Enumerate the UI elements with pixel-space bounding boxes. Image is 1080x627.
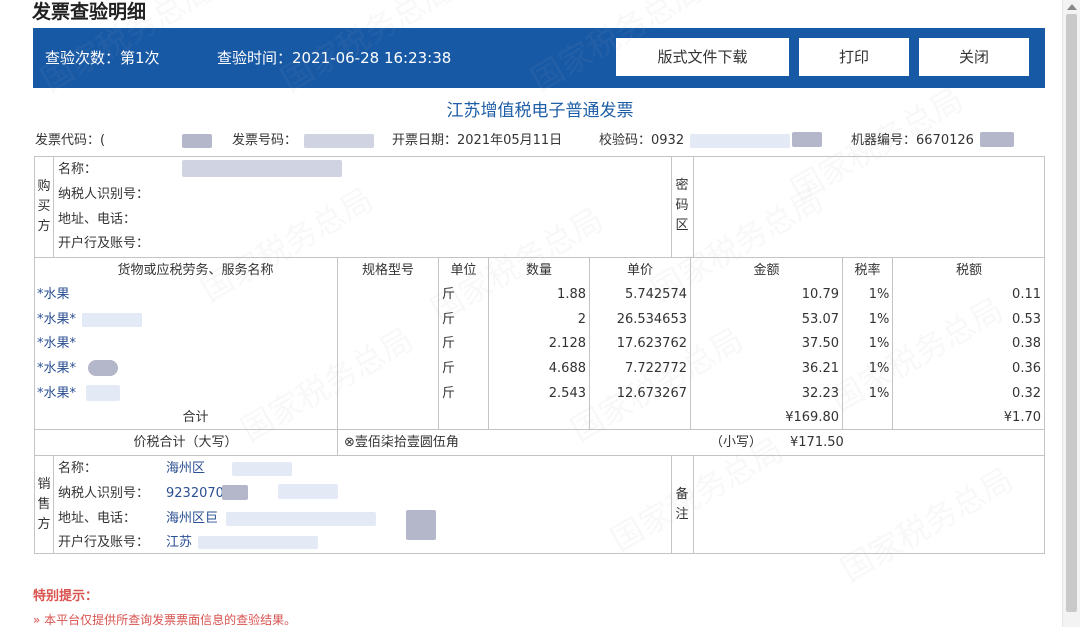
buyer-address-label: 地址、电话： (58, 212, 137, 227)
item-name: *水果* (37, 312, 77, 327)
item-name: *水果* (37, 361, 77, 376)
item-qty: 1.88 (557, 287, 586, 302)
seller-tax-id-value: 9232070 (166, 486, 224, 501)
seller-bank-value: 江苏 (166, 535, 193, 550)
total-upper-value: ⊗壹佰柒拾壹圆伍角 (344, 435, 459, 450)
seller-bank-label: 开户行及账号： (58, 535, 150, 550)
item-tax: 0.53 (1012, 312, 1041, 327)
col-header-qty: 数量 (525, 263, 552, 278)
total-lower-value: ¥171.50 (790, 435, 844, 450)
col-header-rate: 税率 (854, 263, 881, 278)
redacted-mask (406, 510, 436, 540)
item-unit: 斤 (442, 336, 456, 351)
seller-name-value: 海州区 (166, 461, 206, 476)
item-name: *水果* (37, 336, 77, 351)
redacted-mask (182, 160, 342, 177)
redacted-mask (182, 134, 212, 148)
invoice-date: 开票日期：2021年05月11日 (392, 133, 563, 148)
item-unit: 斤 (442, 361, 456, 376)
item-amount: 36.21 (801, 361, 839, 376)
buyer-bank-label: 开户行及账号： (58, 236, 150, 251)
item-name: *水果* (37, 386, 77, 401)
item-name: *水果 (37, 287, 70, 302)
print-button[interactable]: 打印 (799, 38, 909, 76)
invoice-number: 发票号码： (232, 133, 298, 148)
buyer-tax-id-label: 纳税人识别号： (58, 187, 150, 202)
redacted-mask (690, 134, 790, 148)
item-price: 26.534653 (616, 312, 687, 327)
password-area-label: 密 码 区 (675, 178, 689, 233)
redacted-mask (792, 132, 822, 147)
total-lower-label: （小写） (710, 435, 763, 450)
item-amount: 10.79 (801, 287, 839, 302)
item-qty: 4.688 (548, 361, 586, 376)
col-header-spec: 规格型号 (361, 263, 414, 278)
item-unit: 斤 (442, 386, 456, 401)
redacted-mask (88, 360, 118, 376)
invoice-title: 江苏增值税电子普通发票 (446, 101, 634, 121)
col-header-name: 货物或应税劳务、服务名称 (117, 263, 274, 278)
item-price: 7.722772 (624, 361, 687, 376)
download-layout-file-button[interactable]: 版式文件下载 (616, 38, 789, 76)
machine-number: 机器编号：6670126 (851, 133, 974, 148)
item-price: 12.673267 (616, 386, 687, 401)
item-tax: 0.36 (1012, 361, 1041, 376)
close-button[interactable]: 关闭 (919, 38, 1029, 76)
page-title: 发票查验明细 (32, 1, 147, 23)
col-header-tax: 税额 (955, 263, 982, 278)
check-code: 校验码：0932 (599, 133, 685, 148)
invoice-code: 发票代码：( (35, 133, 106, 148)
item-qty: 2.543 (548, 386, 586, 401)
special-notice-line: » 本平台仅提供所查询发票票面信息的查验结果。 (33, 613, 297, 627)
item-unit: 斤 (442, 287, 456, 302)
subtotal-amount: ¥169.80 (785, 410, 839, 425)
seller-name-label: 名称： (58, 461, 98, 476)
scroll-up-arrow-icon[interactable] (1067, 4, 1077, 10)
redacted-mask (278, 484, 338, 499)
special-notice-title: 特别提示： (33, 589, 99, 604)
total-upper-label: 价税合计（大写） (133, 435, 238, 450)
remark-label: 备 注 (675, 487, 689, 522)
subtotal-label: 合计 (182, 410, 209, 425)
seller-tax-id-label: 纳税人识别号： (58, 486, 150, 501)
redacted-mask (82, 313, 142, 327)
seller-side-label: 销 售 方 (37, 477, 51, 532)
seller-address-label: 地址、电话： (58, 511, 137, 526)
redacted-mask (980, 132, 1014, 147)
redacted-mask (304, 134, 374, 148)
col-header-unit: 单位 (450, 263, 477, 278)
item-amount: 32.23 (801, 386, 839, 401)
query-count: 查验次数：第1次 (45, 49, 160, 67)
item-tax: 0.11 (1012, 287, 1041, 302)
redacted-mask (232, 462, 292, 476)
seller-address-value: 海州区巨 (166, 511, 219, 526)
item-qty: 2 (577, 312, 586, 327)
item-tax: 0.38 (1012, 336, 1041, 351)
subtotal-tax: ¥1.70 (1003, 410, 1041, 425)
redacted-mask (198, 536, 318, 549)
item-amount: 53.07 (801, 312, 839, 327)
item-tax: 0.32 (1012, 386, 1041, 401)
item-price: 17.623762 (616, 336, 687, 351)
query-header-bar: 查验次数：第1次 查验时间：2021-06-28 16:23:38 版式文件下载… (33, 28, 1045, 88)
query-time: 查验时间：2021-06-28 16:23:38 (217, 49, 452, 67)
redacted-mask (226, 512, 376, 526)
buyer-side-label: 购 买 方 (37, 179, 51, 234)
item-price: 5.742574 (624, 287, 687, 302)
item-unit: 斤 (442, 312, 456, 327)
redacted-mask (86, 385, 120, 401)
col-header-price: 单价 (626, 263, 653, 278)
item-qty: 2.128 (548, 336, 586, 351)
item-amount: 37.50 (801, 336, 839, 351)
col-header-amount: 金额 (753, 263, 780, 278)
vertical-scrollbar[interactable] (1062, 0, 1080, 627)
redacted-mask (222, 485, 248, 500)
buyer-name-label: 名称： (58, 162, 98, 177)
